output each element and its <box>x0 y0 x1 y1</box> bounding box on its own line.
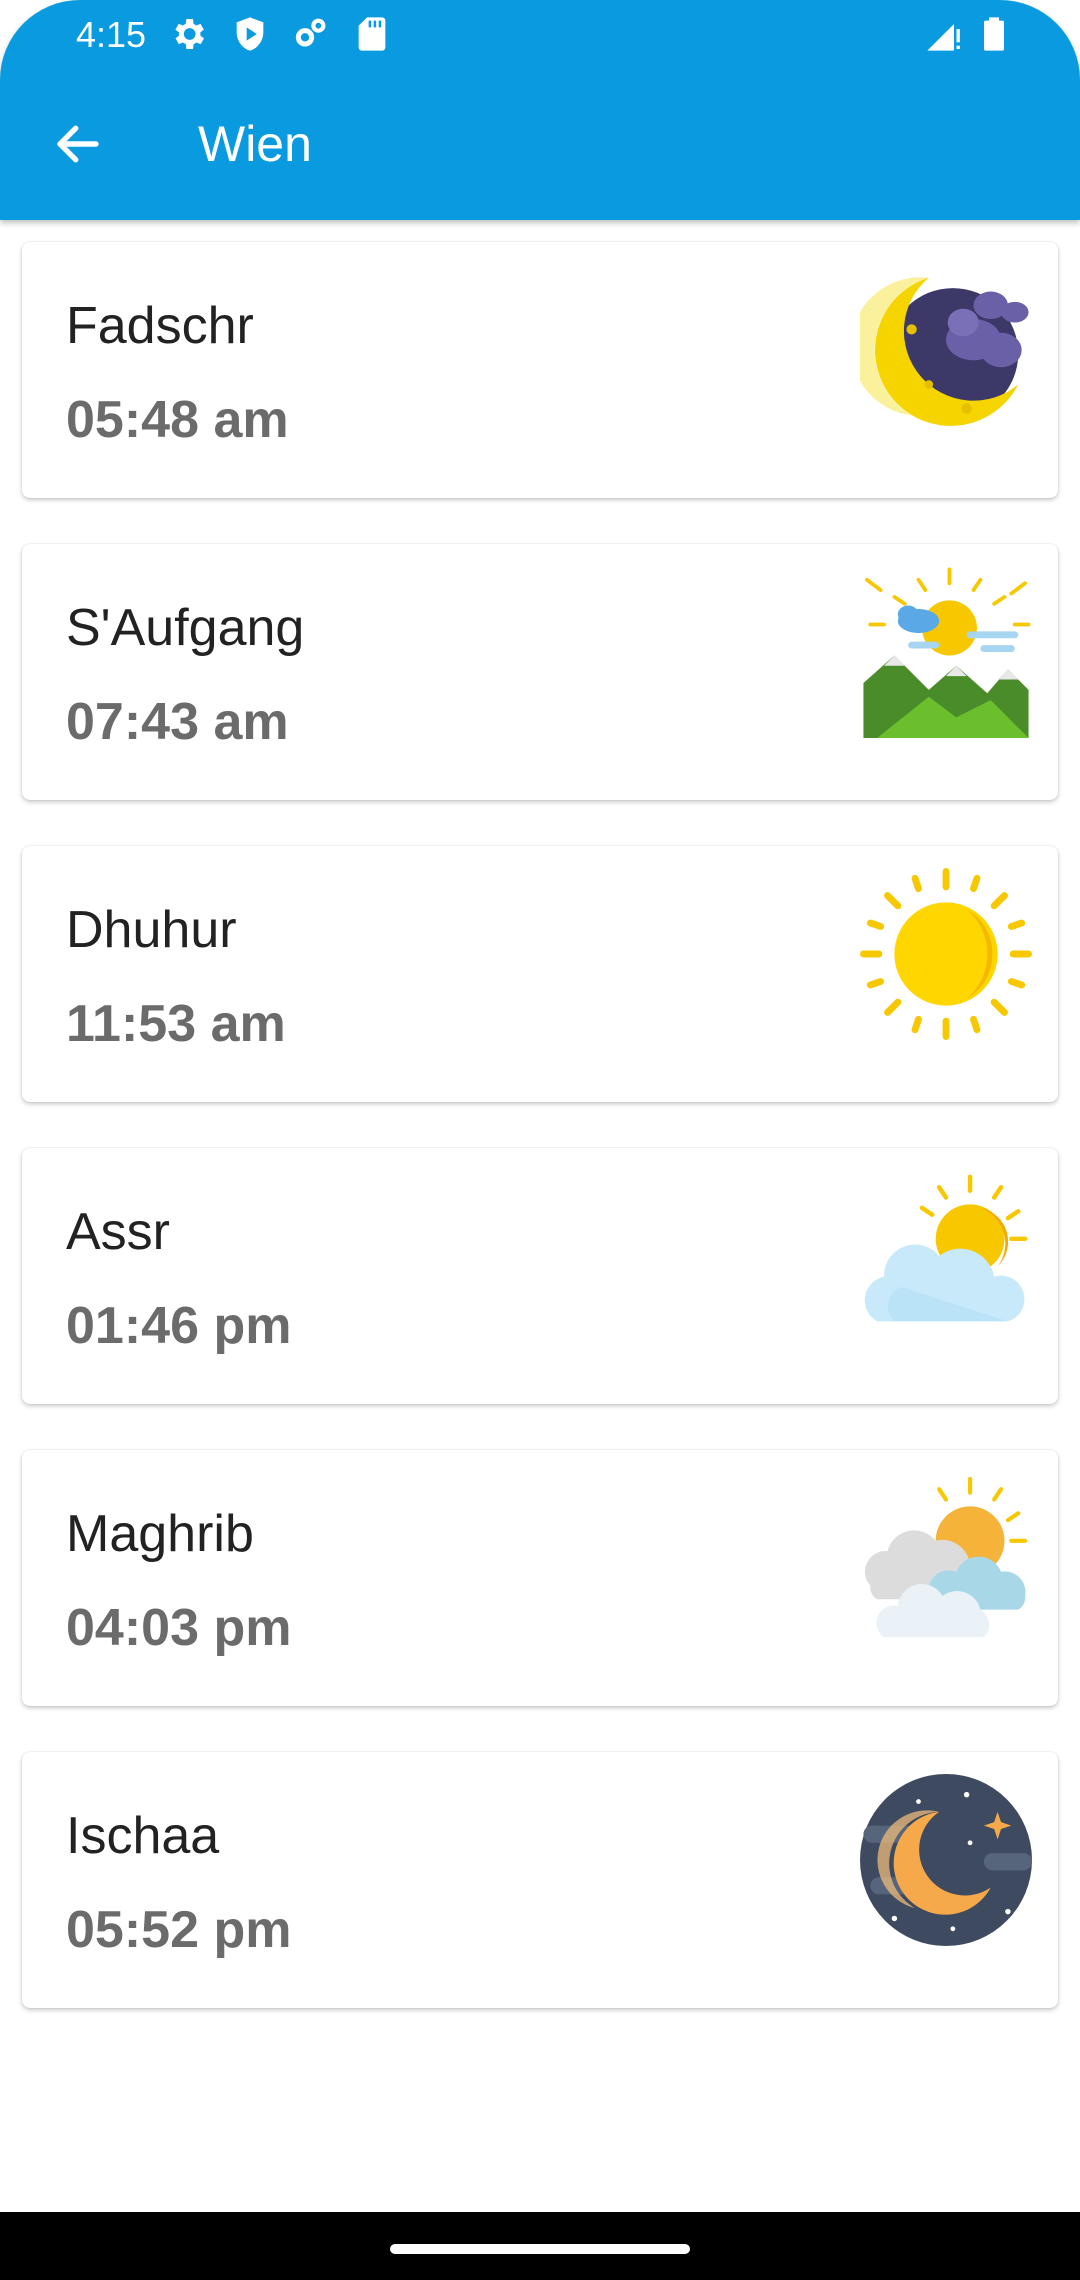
app-bar: 4:15 Wien <box>0 0 1080 220</box>
prayer-card-saufgang[interactable]: S'Aufgang 07:43 am <box>22 544 1058 800</box>
prayer-name: S'Aufgang <box>66 599 305 657</box>
prayer-time: 01:46 pm <box>66 1297 292 1355</box>
prayer-card-ischaa[interactable]: Ischaa 05:52 pm <box>22 1752 1058 2008</box>
sun-behind-clouds-icon <box>864 1476 1028 1638</box>
battery-icon <box>984 17 1004 51</box>
prayer-name: Dhuhur <box>66 901 237 959</box>
screen: 4:15 Wien Fadschr 05:48 am S'Aufgang 07:… <box>0 0 1080 2280</box>
prayer-card-dhuhur[interactable]: Dhuhur 11:53 am <box>22 846 1058 1102</box>
crescent-moon-stars-icon <box>860 1774 1032 1946</box>
sun-icon <box>860 868 1032 1040</box>
prayer-name: Assr <box>66 1203 170 1261</box>
sunrise-mountains-icon <box>863 567 1031 738</box>
prayer-name: Ischaa <box>66 1807 220 1865</box>
status-bar: 4:15 <box>0 0 1080 70</box>
sync-icon <box>295 18 326 47</box>
shield-icon <box>236 17 264 51</box>
prayer-card-fadschr[interactable]: Fadschr 05:48 am <box>22 242 1058 498</box>
prayer-card-maghrib[interactable]: Maghrib 04:03 pm <box>22 1450 1058 1706</box>
prayer-time: 07:43 am <box>66 693 289 751</box>
prayer-time: 11:53 am <box>66 995 286 1053</box>
night-crescent-clouds-icon <box>860 277 1029 426</box>
prayer-time: 05:52 pm <box>66 1901 292 1959</box>
gear-icon <box>175 19 204 49</box>
prayer-card-assr[interactable]: Assr 01:46 pm <box>22 1148 1058 1404</box>
prayer-name: Fadschr <box>66 297 254 355</box>
sun-behind-cloud-icon <box>864 1174 1028 1322</box>
home-gesture-handle[interactable] <box>390 2244 690 2254</box>
arrow-back-icon <box>57 125 99 163</box>
back-button[interactable] <box>36 102 120 186</box>
page-title: Wien <box>198 116 312 172</box>
status-time: 4:15 <box>76 14 147 55</box>
prayer-time: 05:48 am <box>66 391 289 449</box>
sd-card-icon <box>358 17 386 51</box>
prayer-name: Maghrib <box>66 1505 254 1563</box>
signal-icon <box>927 24 960 51</box>
navigation-bar <box>0 2212 1080 2280</box>
prayer-time: 04:03 pm <box>66 1599 292 1657</box>
